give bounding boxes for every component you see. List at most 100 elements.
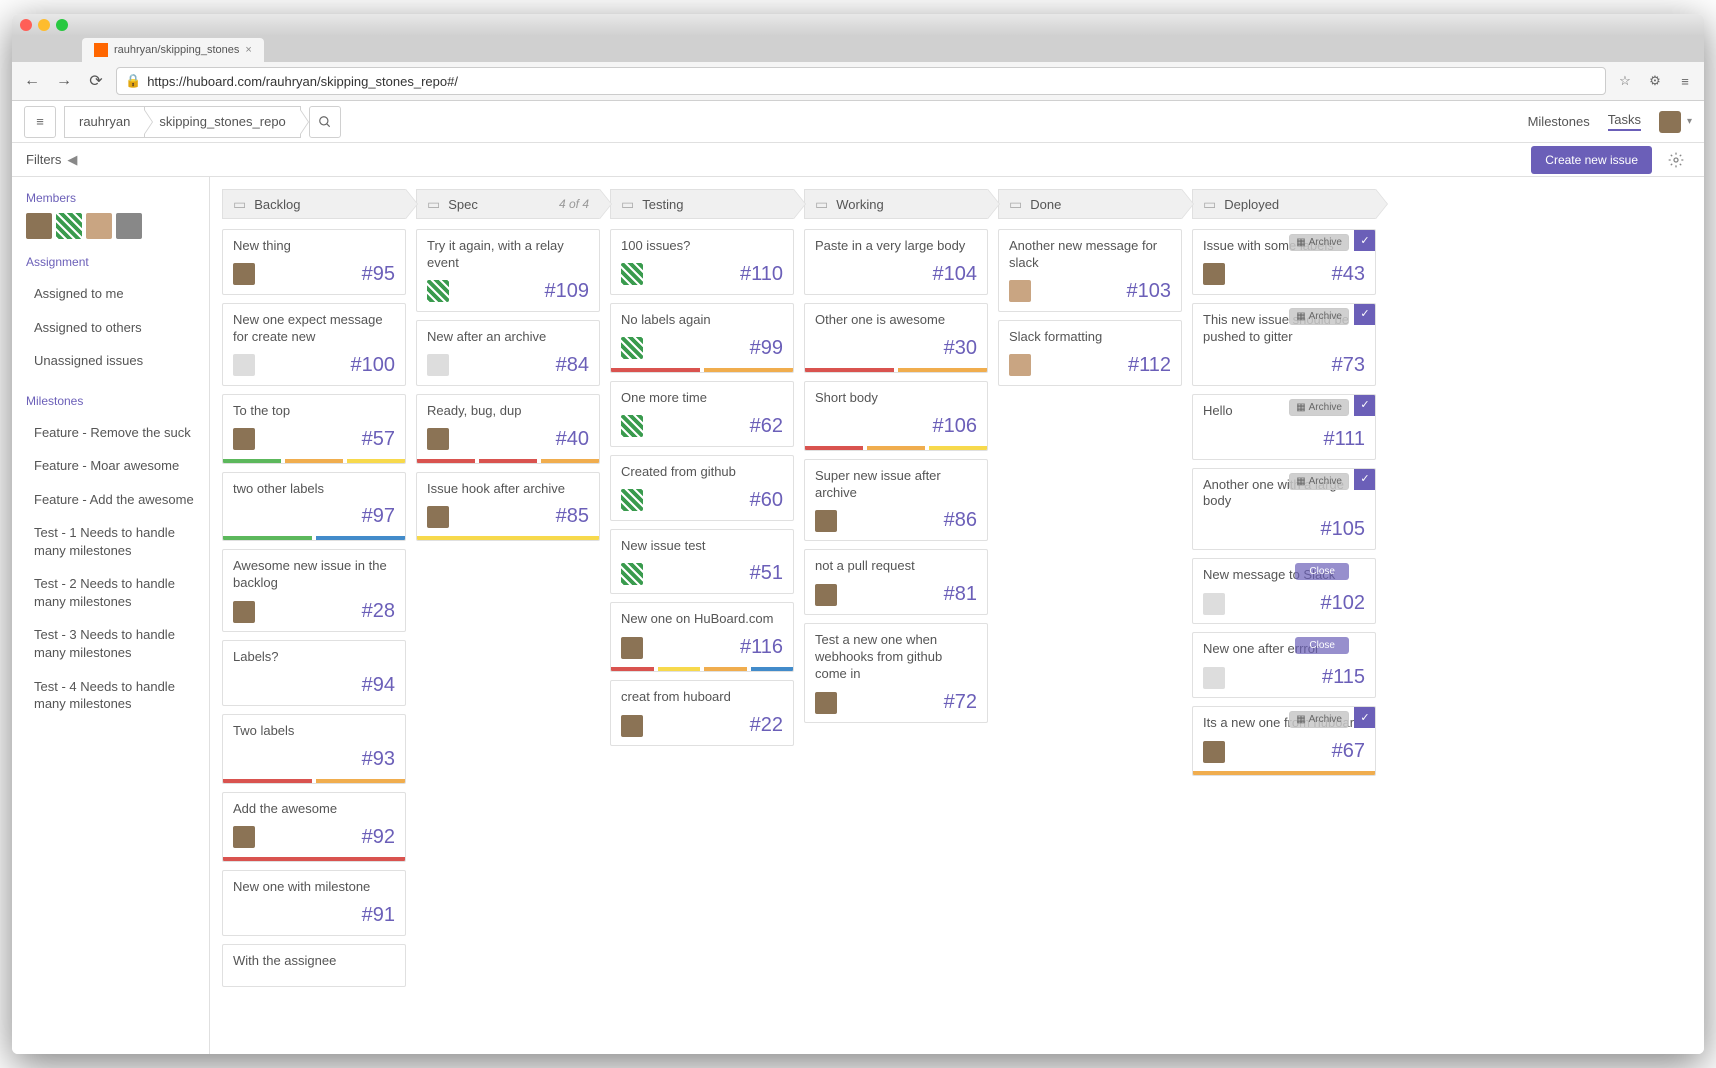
issue-card[interactable]: Paste in a very large body #104 bbox=[804, 229, 988, 295]
sidebar-milestone-item[interactable]: Test - 3 Needs to handle many milestones bbox=[12, 618, 209, 669]
issue-card[interactable]: No labels again #99 bbox=[610, 303, 794, 373]
search-button[interactable] bbox=[309, 106, 341, 138]
sidebar-assignment-item[interactable]: Unassigned issues bbox=[12, 344, 209, 378]
user-menu[interactable]: ▾ bbox=[1659, 111, 1692, 133]
column-header[interactable]: ▭ Testing bbox=[610, 189, 794, 219]
archive-pill[interactable]: ▦Archive bbox=[1289, 234, 1349, 251]
sidebar-milestone-item[interactable]: Test - 4 Needs to handle many milestones bbox=[12, 670, 209, 721]
issue-card[interactable]: Awesome new issue in the backlog #28 bbox=[222, 549, 406, 632]
collapse-column-icon[interactable]: ▭ bbox=[233, 196, 246, 213]
issue-card[interactable]: ✓ ▦Archive This new issue should be push… bbox=[1192, 303, 1376, 386]
member-avatar[interactable] bbox=[26, 213, 52, 239]
card-labels bbox=[611, 368, 793, 372]
window-close-button[interactable] bbox=[20, 19, 32, 31]
issue-card[interactable]: New one with milestone #91 bbox=[222, 870, 406, 936]
collapse-column-icon[interactable]: ▭ bbox=[1203, 196, 1216, 213]
forward-button[interactable]: → bbox=[52, 69, 76, 93]
collapse-column-icon[interactable]: ▭ bbox=[427, 196, 440, 213]
issue-card[interactable]: ✓ ▦Archive Its a new one from huboard #6… bbox=[1192, 706, 1376, 776]
collapse-icon[interactable]: ◀ bbox=[67, 152, 77, 168]
sidebar-milestone-item[interactable]: Feature - Moar awesome bbox=[12, 449, 209, 483]
close-pill[interactable]: Close bbox=[1295, 563, 1349, 580]
breadcrumb-repo[interactable]: skipping_stones_repo bbox=[144, 106, 300, 138]
issue-card[interactable]: New one on HuBoard.com #116 bbox=[610, 602, 794, 672]
nav-tasks[interactable]: Tasks bbox=[1608, 112, 1641, 131]
sidebar-milestone-item[interactable]: Feature - Add the awesome bbox=[12, 483, 209, 517]
issue-card[interactable]: Try it again, with a relay event #109 bbox=[416, 229, 600, 312]
issue-card[interactable]: Test a new one when webhooks from github… bbox=[804, 623, 988, 723]
issue-card[interactable]: ✓ ▦Archive Issue with some labels #43 bbox=[1192, 229, 1376, 295]
close-pill[interactable]: Close bbox=[1295, 637, 1349, 654]
nav-milestones[interactable]: Milestones bbox=[1528, 114, 1590, 129]
issue-card[interactable]: Short body #106 bbox=[804, 381, 988, 451]
archive-pill[interactable]: ▦Archive bbox=[1289, 473, 1349, 490]
issue-card[interactable]: Close New message to Slack #102 bbox=[1192, 558, 1376, 624]
sidebar-milestone-item[interactable]: Feature - Remove the suck bbox=[12, 416, 209, 450]
collapse-column-icon[interactable]: ▭ bbox=[815, 196, 828, 213]
assignee-avatar bbox=[621, 563, 643, 585]
member-avatar[interactable] bbox=[86, 213, 112, 239]
issue-card[interactable]: Close New one after errror #115 bbox=[1192, 632, 1376, 698]
issue-card[interactable]: To the top #57 bbox=[222, 394, 406, 464]
issue-card[interactable]: With the assignee bbox=[222, 944, 406, 987]
card-number: #102 bbox=[1321, 592, 1366, 615]
card-meta: #110 bbox=[611, 259, 793, 294]
issue-card[interactable]: Created from github #60 bbox=[610, 455, 794, 521]
archive-pill[interactable]: ▦Archive bbox=[1289, 308, 1349, 325]
extensions-icon[interactable]: ⚙ bbox=[1644, 70, 1666, 92]
member-avatar[interactable] bbox=[56, 213, 82, 239]
issue-card[interactable]: Other one is awesome #30 bbox=[804, 303, 988, 373]
assignee-avatar bbox=[621, 415, 643, 437]
url-bar[interactable]: 🔒 https://huboard.com/rauhryan/skipping_… bbox=[116, 67, 1606, 95]
archive-pill[interactable]: ▦Archive bbox=[1289, 711, 1349, 728]
issue-card[interactable]: New issue test #51 bbox=[610, 529, 794, 595]
reload-button[interactable]: ⟳ bbox=[84, 69, 108, 93]
issue-card[interactable]: 100 issues? #110 bbox=[610, 229, 794, 295]
issue-card[interactable]: New one expect message for create new #1… bbox=[222, 303, 406, 386]
menu-icon[interactable]: ≡ bbox=[1674, 70, 1696, 92]
archive-pill[interactable]: ▦Archive bbox=[1289, 399, 1349, 416]
tab-close-button[interactable]: × bbox=[245, 44, 251, 56]
issue-card[interactable]: Ready, bug, dup #40 bbox=[416, 394, 600, 464]
column-header[interactable]: ▭ Done bbox=[998, 189, 1182, 219]
sidebar-assignment-item[interactable]: Assigned to me bbox=[12, 277, 209, 311]
issue-card[interactable]: Issue hook after archive #85 bbox=[416, 472, 600, 542]
back-button[interactable]: ← bbox=[20, 69, 44, 93]
issue-card[interactable]: Another new message for slack #103 bbox=[998, 229, 1182, 312]
issue-card[interactable]: ✓ ▦Archive Hello #111 bbox=[1192, 394, 1376, 460]
issue-card[interactable]: One more time #62 bbox=[610, 381, 794, 447]
sidebar-milestone-item[interactable]: Test - 2 Needs to handle many milestones bbox=[12, 567, 209, 618]
card-title: One more time bbox=[611, 382, 793, 411]
card-labels bbox=[223, 857, 405, 861]
collapse-column-icon[interactable]: ▭ bbox=[621, 196, 634, 213]
issue-card[interactable]: Two labels #93 bbox=[222, 714, 406, 784]
issue-card[interactable]: New after an archive #84 bbox=[416, 320, 600, 386]
bookmark-star-icon[interactable]: ☆ bbox=[1614, 70, 1636, 92]
issue-card[interactable]: Slack formatting #112 bbox=[998, 320, 1182, 386]
issue-card[interactable]: Super new issue after archive #86 bbox=[804, 459, 988, 542]
card-number: #104 bbox=[933, 263, 978, 286]
collapse-column-icon[interactable]: ▭ bbox=[1009, 196, 1022, 213]
column-header[interactable]: ▭ Backlog bbox=[222, 189, 406, 219]
issue-card[interactable]: Labels? #94 bbox=[222, 640, 406, 706]
column-header[interactable]: ▭ Spec 4 of 4 bbox=[416, 189, 600, 219]
issue-card[interactable]: two other labels #97 bbox=[222, 472, 406, 542]
browser-tab[interactable]: rauhryan/skipping_stones × bbox=[82, 38, 264, 62]
issue-card[interactable]: ✓ ▦Archive Another one with a large body… bbox=[1192, 468, 1376, 551]
member-avatar[interactable] bbox=[116, 213, 142, 239]
window-minimize-button[interactable] bbox=[38, 19, 50, 31]
issue-card[interactable]: not a pull request #81 bbox=[804, 549, 988, 615]
window-maximize-button[interactable] bbox=[56, 19, 68, 31]
settings-button[interactable] bbox=[1662, 146, 1690, 174]
sidebar-milestone-item[interactable]: Test - 1 Needs to handle many milestones bbox=[12, 516, 209, 567]
column-header[interactable]: ▭ Deployed bbox=[1192, 189, 1376, 219]
column-header[interactable]: ▭ Working bbox=[804, 189, 988, 219]
filters-toggle[interactable]: Filters bbox=[26, 152, 61, 167]
issue-card[interactable]: New thing #95 bbox=[222, 229, 406, 295]
breadcrumb-owner[interactable]: rauhryan bbox=[64, 106, 145, 138]
menu-toggle-button[interactable]: ≡ bbox=[24, 106, 56, 138]
issue-card[interactable]: creat from huboard #22 bbox=[610, 680, 794, 746]
sidebar-assignment-item[interactable]: Assigned to others bbox=[12, 311, 209, 345]
create-issue-button[interactable]: Create new issue bbox=[1531, 146, 1652, 174]
issue-card[interactable]: Add the awesome #92 bbox=[222, 792, 406, 862]
